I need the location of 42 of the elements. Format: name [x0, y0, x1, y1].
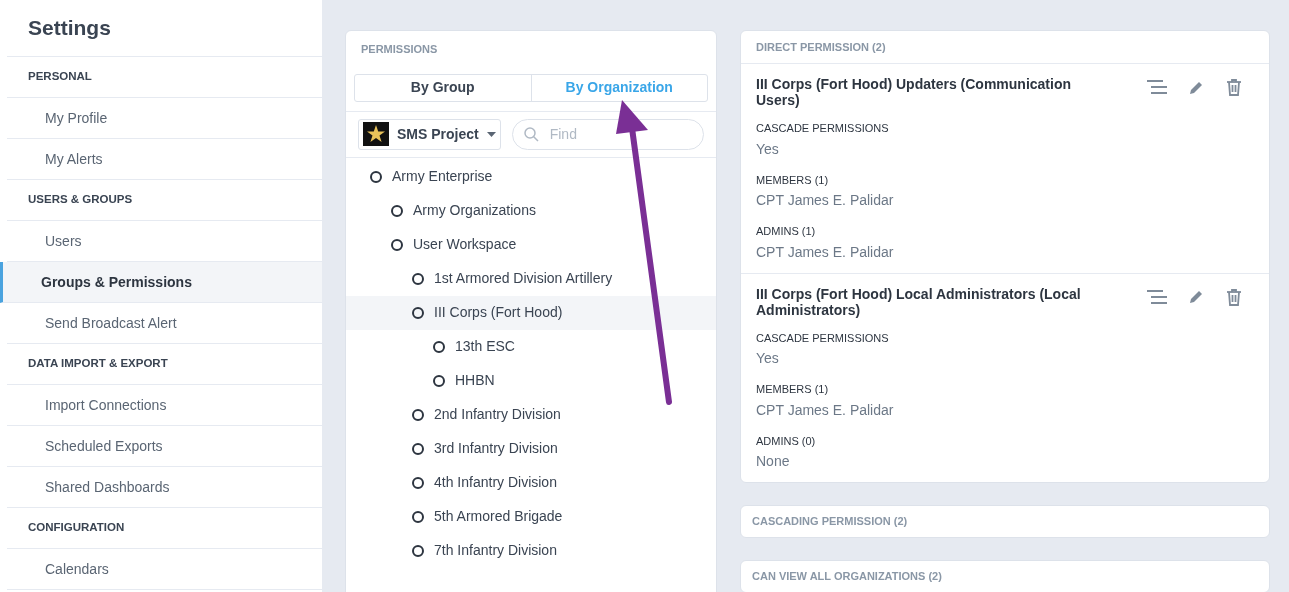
page-title: Settings [7, 0, 322, 57]
sidebar-item[interactable]: Calendars [7, 549, 322, 590]
sidebar-item[interactable]: Groups & Permissions [0, 262, 322, 303]
pencil-icon[interactable] [1189, 79, 1204, 95]
caret-icon [486, 131, 496, 137]
field-label: ADMINS (0) [756, 433, 816, 449]
section-heading: DATA IMPORT & EXPORT [7, 344, 322, 385]
sidebar-item[interactable]: My Alerts [7, 139, 322, 180]
field-value: CPT James E. Palidar [756, 191, 894, 210]
group-title: III Corps (Fort Hood) Updaters (Communication Users) [756, 76, 1072, 108]
list-icon[interactable] [1147, 288, 1167, 305]
tree-item[interactable]: III Corps (Fort Hood) [346, 295, 716, 330]
section-heading: USERS & GROUPS [7, 180, 322, 221]
field-value: CPT James E. Palidar [756, 242, 894, 262]
card-heading: DIRECT PERMISSION (2) [741, 31, 1269, 64]
field-label: MEMBERS (1) [756, 382, 829, 397]
trash-icon[interactable] [1226, 287, 1242, 306]
sidebar-item[interactable]: Shared Dashboards [7, 467, 322, 508]
group-title: III Corps (Fort Hood) Local Administrators (Local Administrators) [756, 285, 1082, 318]
field-value: Yes [756, 139, 779, 159]
list-icon[interactable] [1147, 79, 1167, 95]
section-heading: CONFIGURATION [7, 508, 322, 549]
field-value: Yes [756, 349, 779, 368]
star-logo-icon [363, 122, 389, 146]
field-label: ADMINS (1) [756, 224, 816, 239]
section-heading: PERSONAL [7, 57, 322, 98]
field-label: CASCADE PERMISSIONS [756, 330, 889, 346]
field-value: CPT James E. Palidar [756, 400, 894, 420]
sidebar-item[interactable]: Scheduled Exports [7, 426, 322, 467]
panel-heading: PERMISSIONS [360, 42, 439, 57]
sidebar-item[interactable]: Import Connections [7, 385, 322, 426]
sidebar-item[interactable]: Send Broadcast Alert [7, 303, 322, 344]
field-value: None [756, 452, 790, 471]
field-label: MEMBERS (1) [756, 172, 829, 188]
trash-icon[interactable] [1226, 78, 1242, 96]
project-dropdown[interactable]: SMS Project [358, 118, 501, 150]
pencil-icon[interactable] [1189, 289, 1204, 304]
sidebar-item[interactable]: My Profile [7, 98, 322, 139]
field-label: CASCADE PERMISSIONS [756, 121, 889, 136]
tab[interactable]: By Group [355, 74, 531, 101]
search-icon [523, 126, 539, 142]
search-field[interactable]: Find [511, 118, 704, 150]
